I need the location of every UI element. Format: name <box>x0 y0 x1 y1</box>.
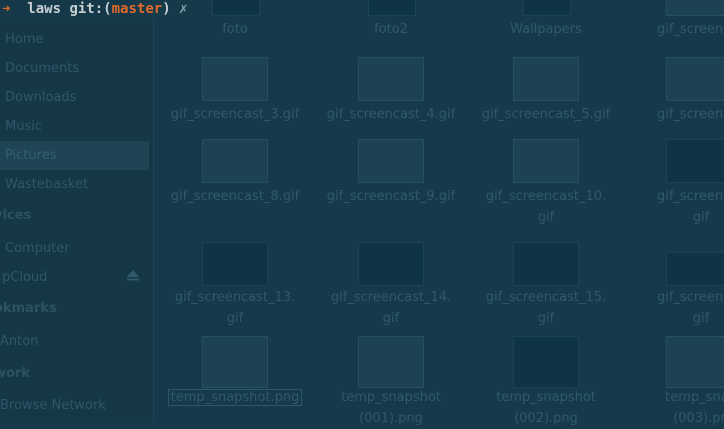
file-label-line: gif_screencast_10. <box>485 189 607 204</box>
file-label[interactable]: foto <box>160 19 310 40</box>
gif-thumbnail[interactable] <box>666 57 724 101</box>
gif-thumbnail[interactable] <box>513 242 579 286</box>
sidebar-item-label: Music <box>5 119 42 134</box>
sidebar-item-music[interactable]: Music <box>0 112 149 141</box>
gif-thumbnail[interactable] <box>358 139 424 183</box>
sidebar-item-pictures[interactable]: Pictures <box>0 141 149 170</box>
gif-thumbnail[interactable] <box>358 57 424 101</box>
file-label-line: temp_snap <box>665 390 724 405</box>
devices-heading: vices <box>0 208 32 223</box>
terminal-prompt: ➜ laws git:(master) ✗ <box>0 0 188 20</box>
gif-thumbnail[interactable] <box>513 139 579 183</box>
file-label[interactable]: temp_snapshot (002).png <box>471 387 621 429</box>
file-label[interactable]: gif_screencas <box>626 104 724 125</box>
file-label-line: (001).png <box>359 411 423 426</box>
sidebar-item-wastebasket[interactable]: Wastebasket <box>0 170 149 199</box>
dirty-mark-icon: ✗ <box>179 1 188 17</box>
png-thumbnail[interactable] <box>513 336 579 388</box>
git-suffix: ) <box>162 1 171 17</box>
gif-thumbnail[interactable] <box>513 57 579 101</box>
file-label-line: gif_screencast_15. <box>485 290 607 305</box>
gif-thumbnail[interactable] <box>202 139 268 183</box>
sidebar-item-label: Browse Network <box>0 398 106 413</box>
file-label-line: gif_screencast_14. <box>330 290 452 305</box>
file-label[interactable]: temp_snapshot (001).png <box>316 387 466 429</box>
sidebar-item-label: Pictures <box>5 148 57 163</box>
file-label[interactable]: gif_screencast_5.gif <box>471 104 621 125</box>
file-label-line: temp_snapshot <box>341 390 441 405</box>
file-label-line: gif <box>537 210 555 225</box>
file-label-selected[interactable]: temp_snapshot.png <box>160 387 310 408</box>
file-label[interactable]: gif_screencast_15.gif <box>471 287 621 329</box>
file-label-line: gif_screencas <box>656 290 724 305</box>
file-label-line: gif <box>382 311 400 326</box>
file-label-line: (002).png <box>514 411 578 426</box>
sidebar-item-label: Home <box>5 32 44 47</box>
sidebar-item-downloads[interactable]: Downloads <box>0 83 149 112</box>
file-label[interactable]: gif_screencast_3.gif <box>160 104 310 125</box>
file-label[interactable]: gif_screencas <box>626 19 724 40</box>
git-prefix: git:( <box>69 1 112 17</box>
file-label-line: gif_screencast_8.gif <box>170 189 300 204</box>
file-label[interactable]: gif_screencast_8.gif <box>160 186 310 207</box>
file-label[interactable]: gif_screencast_13.gif <box>160 287 310 329</box>
sidebar-item-computer[interactable]: Computer <box>0 234 149 263</box>
file-label[interactable]: gif_screencasgif <box>626 287 724 329</box>
file-grid: foto foto2 Wallpapers gif_screencas gif_… <box>154 0 724 426</box>
png-thumbnail[interactable] <box>358 336 424 388</box>
eject-icon[interactable] <box>126 268 140 282</box>
git-branch: master <box>111 1 163 17</box>
file-label-line: gif <box>537 311 555 326</box>
sidebar-item-label: pCloud <box>2 270 48 285</box>
sidebar-item-home[interactable]: Home <box>0 25 149 54</box>
file-label-line: temp_snapshot.png <box>167 389 303 406</box>
file-label-line: gif_screencast_13. <box>174 290 296 305</box>
sidebar-item-documents[interactable]: Documents <box>0 54 149 83</box>
sidebar-item-label: Downloads <box>5 90 77 105</box>
file-label-line: gif <box>692 210 710 225</box>
sidebar-item-label: Anton <box>0 334 39 349</box>
file-label[interactable]: Wallpapers <box>471 19 621 40</box>
folder-icon[interactable] <box>368 0 416 16</box>
file-label-line: temp_snapshot <box>496 390 596 405</box>
gif-thumbnail[interactable] <box>202 57 268 101</box>
prompt-arrow-icon: ➜ <box>2 1 11 17</box>
file-label-line: gif_screencas <box>656 189 724 204</box>
file-label[interactable]: temp_snap (003).pn <box>626 387 724 429</box>
gif-thumbnail[interactable] <box>202 242 268 286</box>
folder-icon[interactable] <box>523 0 571 16</box>
current-directory: laws <box>27 1 62 17</box>
gif-thumbnail[interactable] <box>666 139 724 183</box>
file-label[interactable]: gif_screencasgif <box>626 186 724 228</box>
image-thumbnail[interactable] <box>666 0 724 16</box>
sidebar-item-label: Documents <box>5 61 80 76</box>
file-label-line: gif <box>226 311 244 326</box>
file-label-line: (003).pn <box>673 411 724 426</box>
network-heading: work <box>0 366 30 381</box>
folder-icon[interactable] <box>212 0 260 16</box>
file-label[interactable]: gif_screencast_9.gif <box>316 186 466 207</box>
gif-thumbnail[interactable] <box>666 252 724 286</box>
sidebar: Home Documents Downloads Music Pictures … <box>0 0 154 422</box>
sidebar-item-label: Computer <box>5 241 70 256</box>
bookmarks-heading: okmarks <box>0 301 57 316</box>
file-label[interactable]: gif_screencast_14.gif <box>316 287 466 329</box>
file-label[interactable]: gif_screencast_10.gif <box>471 186 621 228</box>
file-label[interactable]: gif_screencast_4.gif <box>316 104 466 125</box>
png-thumbnail[interactable] <box>202 336 268 388</box>
file-label[interactable]: foto2 <box>316 19 466 40</box>
png-thumbnail[interactable] <box>666 336 724 388</box>
file-label-line: gif <box>692 311 710 326</box>
sidebar-item-browse-network[interactable]: Browse Network <box>0 391 149 420</box>
file-label-line: gif_screencast_9.gif <box>326 189 456 204</box>
sidebar-item-anton[interactable]: Anton <box>0 327 149 356</box>
gif-thumbnail[interactable] <box>358 242 424 286</box>
sidebar-item-label: Wastebasket <box>5 177 89 192</box>
